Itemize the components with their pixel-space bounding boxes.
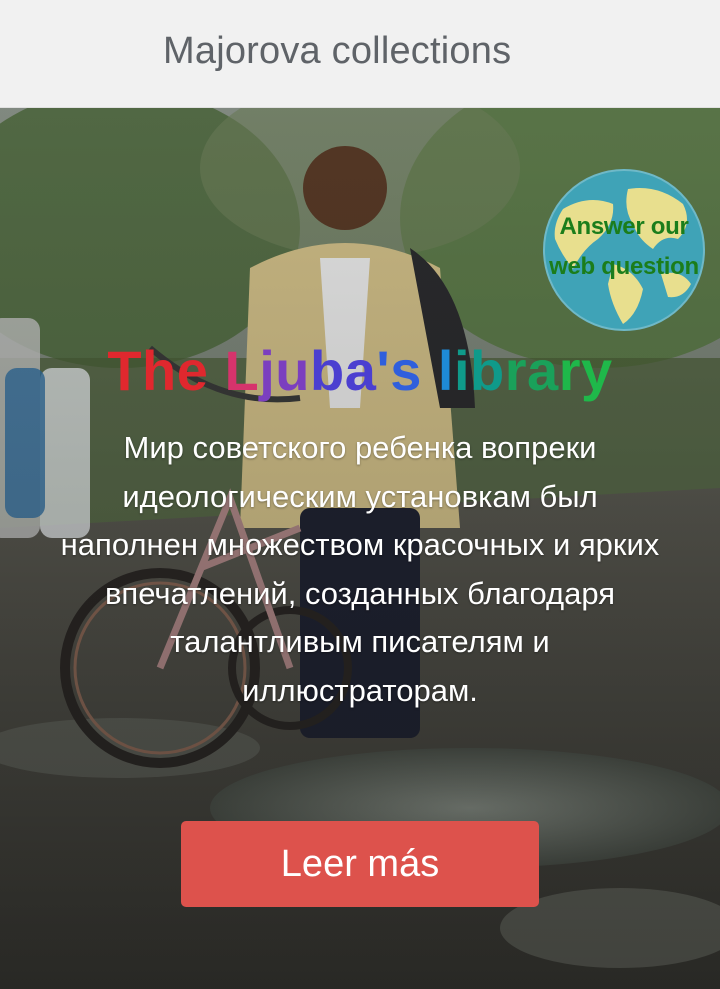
library-title-char: a [344, 339, 377, 402]
library-title-char: e [176, 339, 209, 402]
badge-line-2: web question [549, 253, 699, 280]
read-more-button[interactable]: Leer más [181, 821, 539, 907]
library-title-char: b [470, 339, 505, 402]
hero-description: Мир советского ребенка вопреки идеологич… [60, 430, 660, 708]
library-title-char: a [527, 339, 559, 402]
library-title-char: L [224, 339, 260, 402]
library-title-char: r [504, 339, 528, 402]
library-title-char: ' [376, 339, 391, 402]
library-title-char: r [558, 339, 581, 402]
library-title-char [422, 338, 438, 403]
library-title-char: u [275, 339, 310, 402]
library-title-char: l [437, 339, 454, 402]
library-title-char: i [453, 339, 471, 402]
badge-text: Answer our web question [543, 207, 705, 287]
badge-line-1: Answer our [559, 213, 689, 240]
library-title-char: b [309, 339, 345, 402]
library-title-char: y [581, 339, 613, 402]
library-title-char: j [259, 339, 276, 402]
library-title: The Ljuba's library [0, 338, 720, 403]
library-title-char [208, 338, 224, 403]
site-title[interactable]: Majorova collections [163, 30, 511, 73]
library-title-char: T [107, 339, 143, 402]
header-bar: Majorova collections [0, 0, 720, 108]
web-question-badge[interactable]: Answer our web question [543, 169, 705, 331]
library-title-char: s [390, 339, 422, 402]
library-title-char: h [142, 339, 177, 402]
